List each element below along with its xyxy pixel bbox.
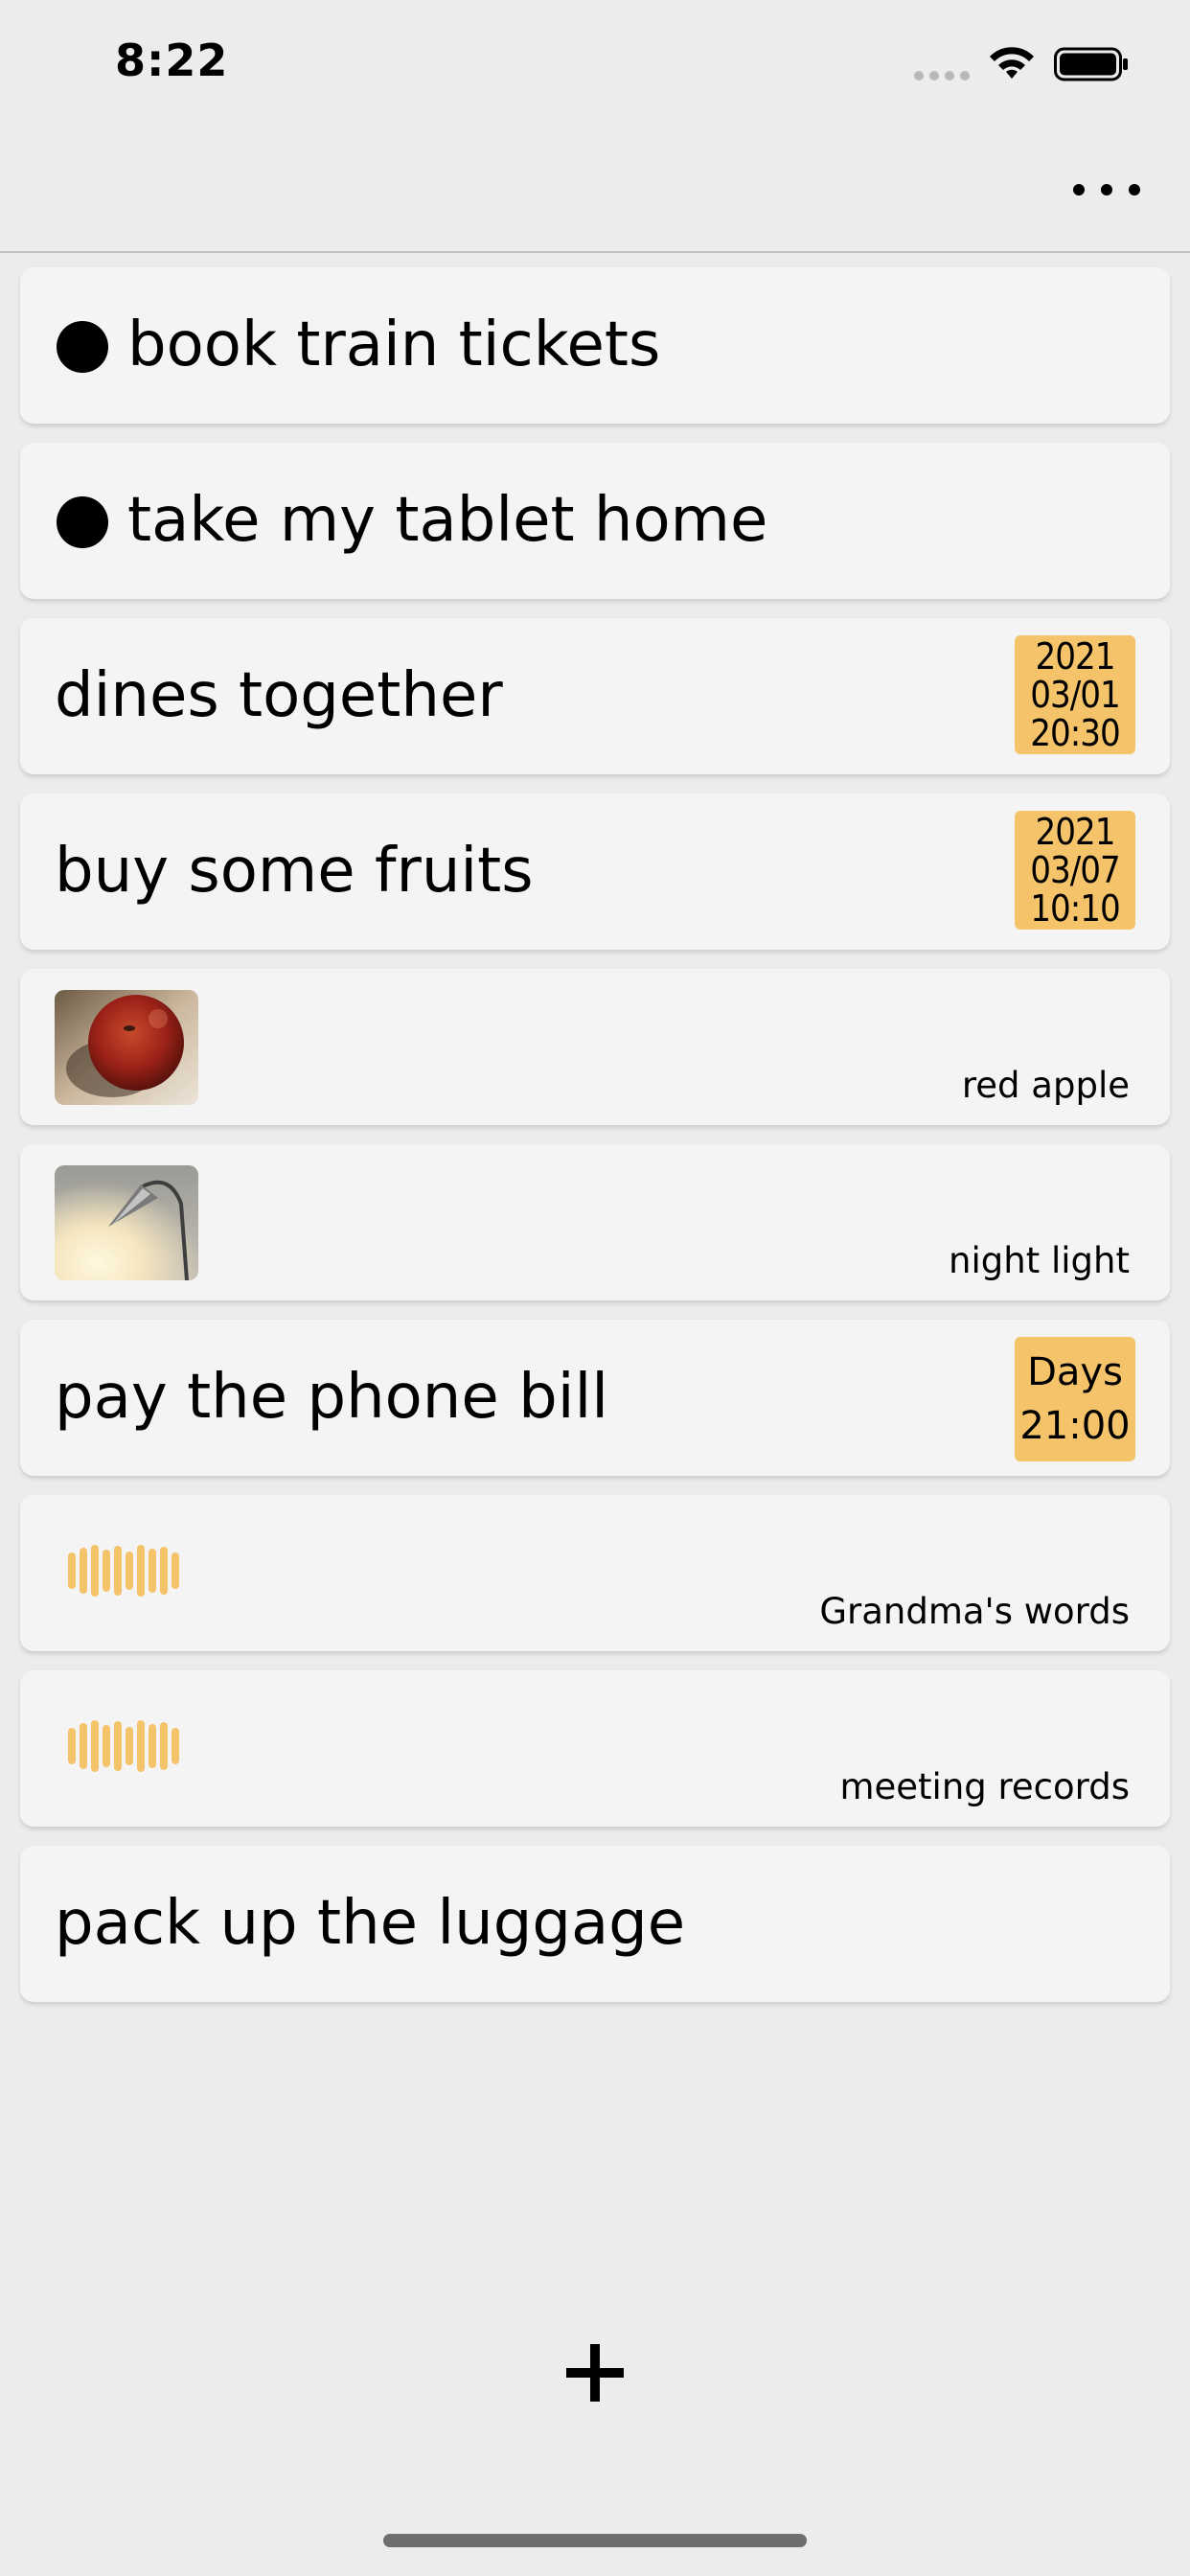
wifi-icon bbox=[990, 47, 1034, 79]
apple-photo[interactable] bbox=[55, 990, 198, 1105]
list-item[interactable]: book train tickets bbox=[20, 267, 1170, 424]
date-time: 20:30 bbox=[1030, 712, 1121, 754]
list-item[interactable]: night light bbox=[20, 1144, 1170, 1300]
list-item[interactable]: take my tablet home bbox=[20, 443, 1170, 599]
plus-icon[interactable] bbox=[566, 2344, 624, 2402]
list-item[interactable]: red apple bbox=[20, 969, 1170, 1125]
more-icon[interactable] bbox=[1073, 169, 1140, 211]
item-text: dines together bbox=[55, 660, 503, 731]
item-caption: night light bbox=[949, 1240, 1130, 1281]
date-time: 10:10 bbox=[1030, 887, 1121, 930]
signal-icon bbox=[914, 71, 972, 80]
bullet-dot-icon bbox=[57, 321, 108, 373]
list-item[interactable]: Grandma's words bbox=[20, 1495, 1170, 1651]
nav-bar bbox=[0, 126, 1190, 253]
item-caption: Grandma's words bbox=[819, 1591, 1130, 1632]
repeat-badge: Days 21:00 bbox=[1015, 1337, 1135, 1461]
item-caption: red apple bbox=[961, 1065, 1130, 1106]
item-text: buy some fruits bbox=[55, 836, 534, 907]
date-badge: 2021 03/01 20:30 bbox=[1015, 635, 1135, 754]
bullet-dot-icon bbox=[57, 496, 108, 548]
todo-list: book train tickets take my tablet home d… bbox=[20, 267, 1170, 2021]
status-time: 8:22 bbox=[115, 34, 229, 86]
date-badge: 2021 03/07 10:10 bbox=[1015, 811, 1135, 930]
battery-icon bbox=[1054, 47, 1128, 81]
screen: 8:22 book train tickets take my tablet h… bbox=[0, 0, 1190, 2576]
date-month-day: 03/07 bbox=[1030, 849, 1121, 891]
list-item[interactable]: meeting records bbox=[20, 1670, 1170, 1827]
lamp-photo[interactable] bbox=[55, 1165, 198, 1280]
item-text: take my tablet home bbox=[127, 485, 768, 556]
date-year: 2021 bbox=[1035, 811, 1116, 853]
date-month-day: 03/01 bbox=[1030, 674, 1121, 716]
item-text: book train tickets bbox=[127, 310, 661, 380]
list-item[interactable]: buy some fruits 2021 03/07 10:10 bbox=[20, 794, 1170, 950]
home-indicator[interactable] bbox=[383, 2534, 807, 2547]
item-text: pay the phone bill bbox=[55, 1362, 609, 1433]
list-item[interactable]: pack up the luggage bbox=[20, 1846, 1170, 2002]
waveform-icon[interactable] bbox=[68, 1720, 183, 1772]
item-caption: meeting records bbox=[839, 1766, 1130, 1807]
status-bar: 8:22 bbox=[0, 0, 1190, 126]
waveform-icon[interactable] bbox=[68, 1545, 183, 1597]
date-year: 2021 bbox=[1035, 635, 1116, 678]
item-text: pack up the luggage bbox=[55, 1888, 686, 1959]
list-item[interactable]: dines together 2021 03/01 20:30 bbox=[20, 618, 1170, 774]
repeat-time: 21:00 bbox=[1019, 1404, 1131, 1448]
list-item[interactable]: pay the phone bill Days 21:00 bbox=[20, 1320, 1170, 1476]
repeat-label: Days bbox=[1027, 1350, 1123, 1394]
